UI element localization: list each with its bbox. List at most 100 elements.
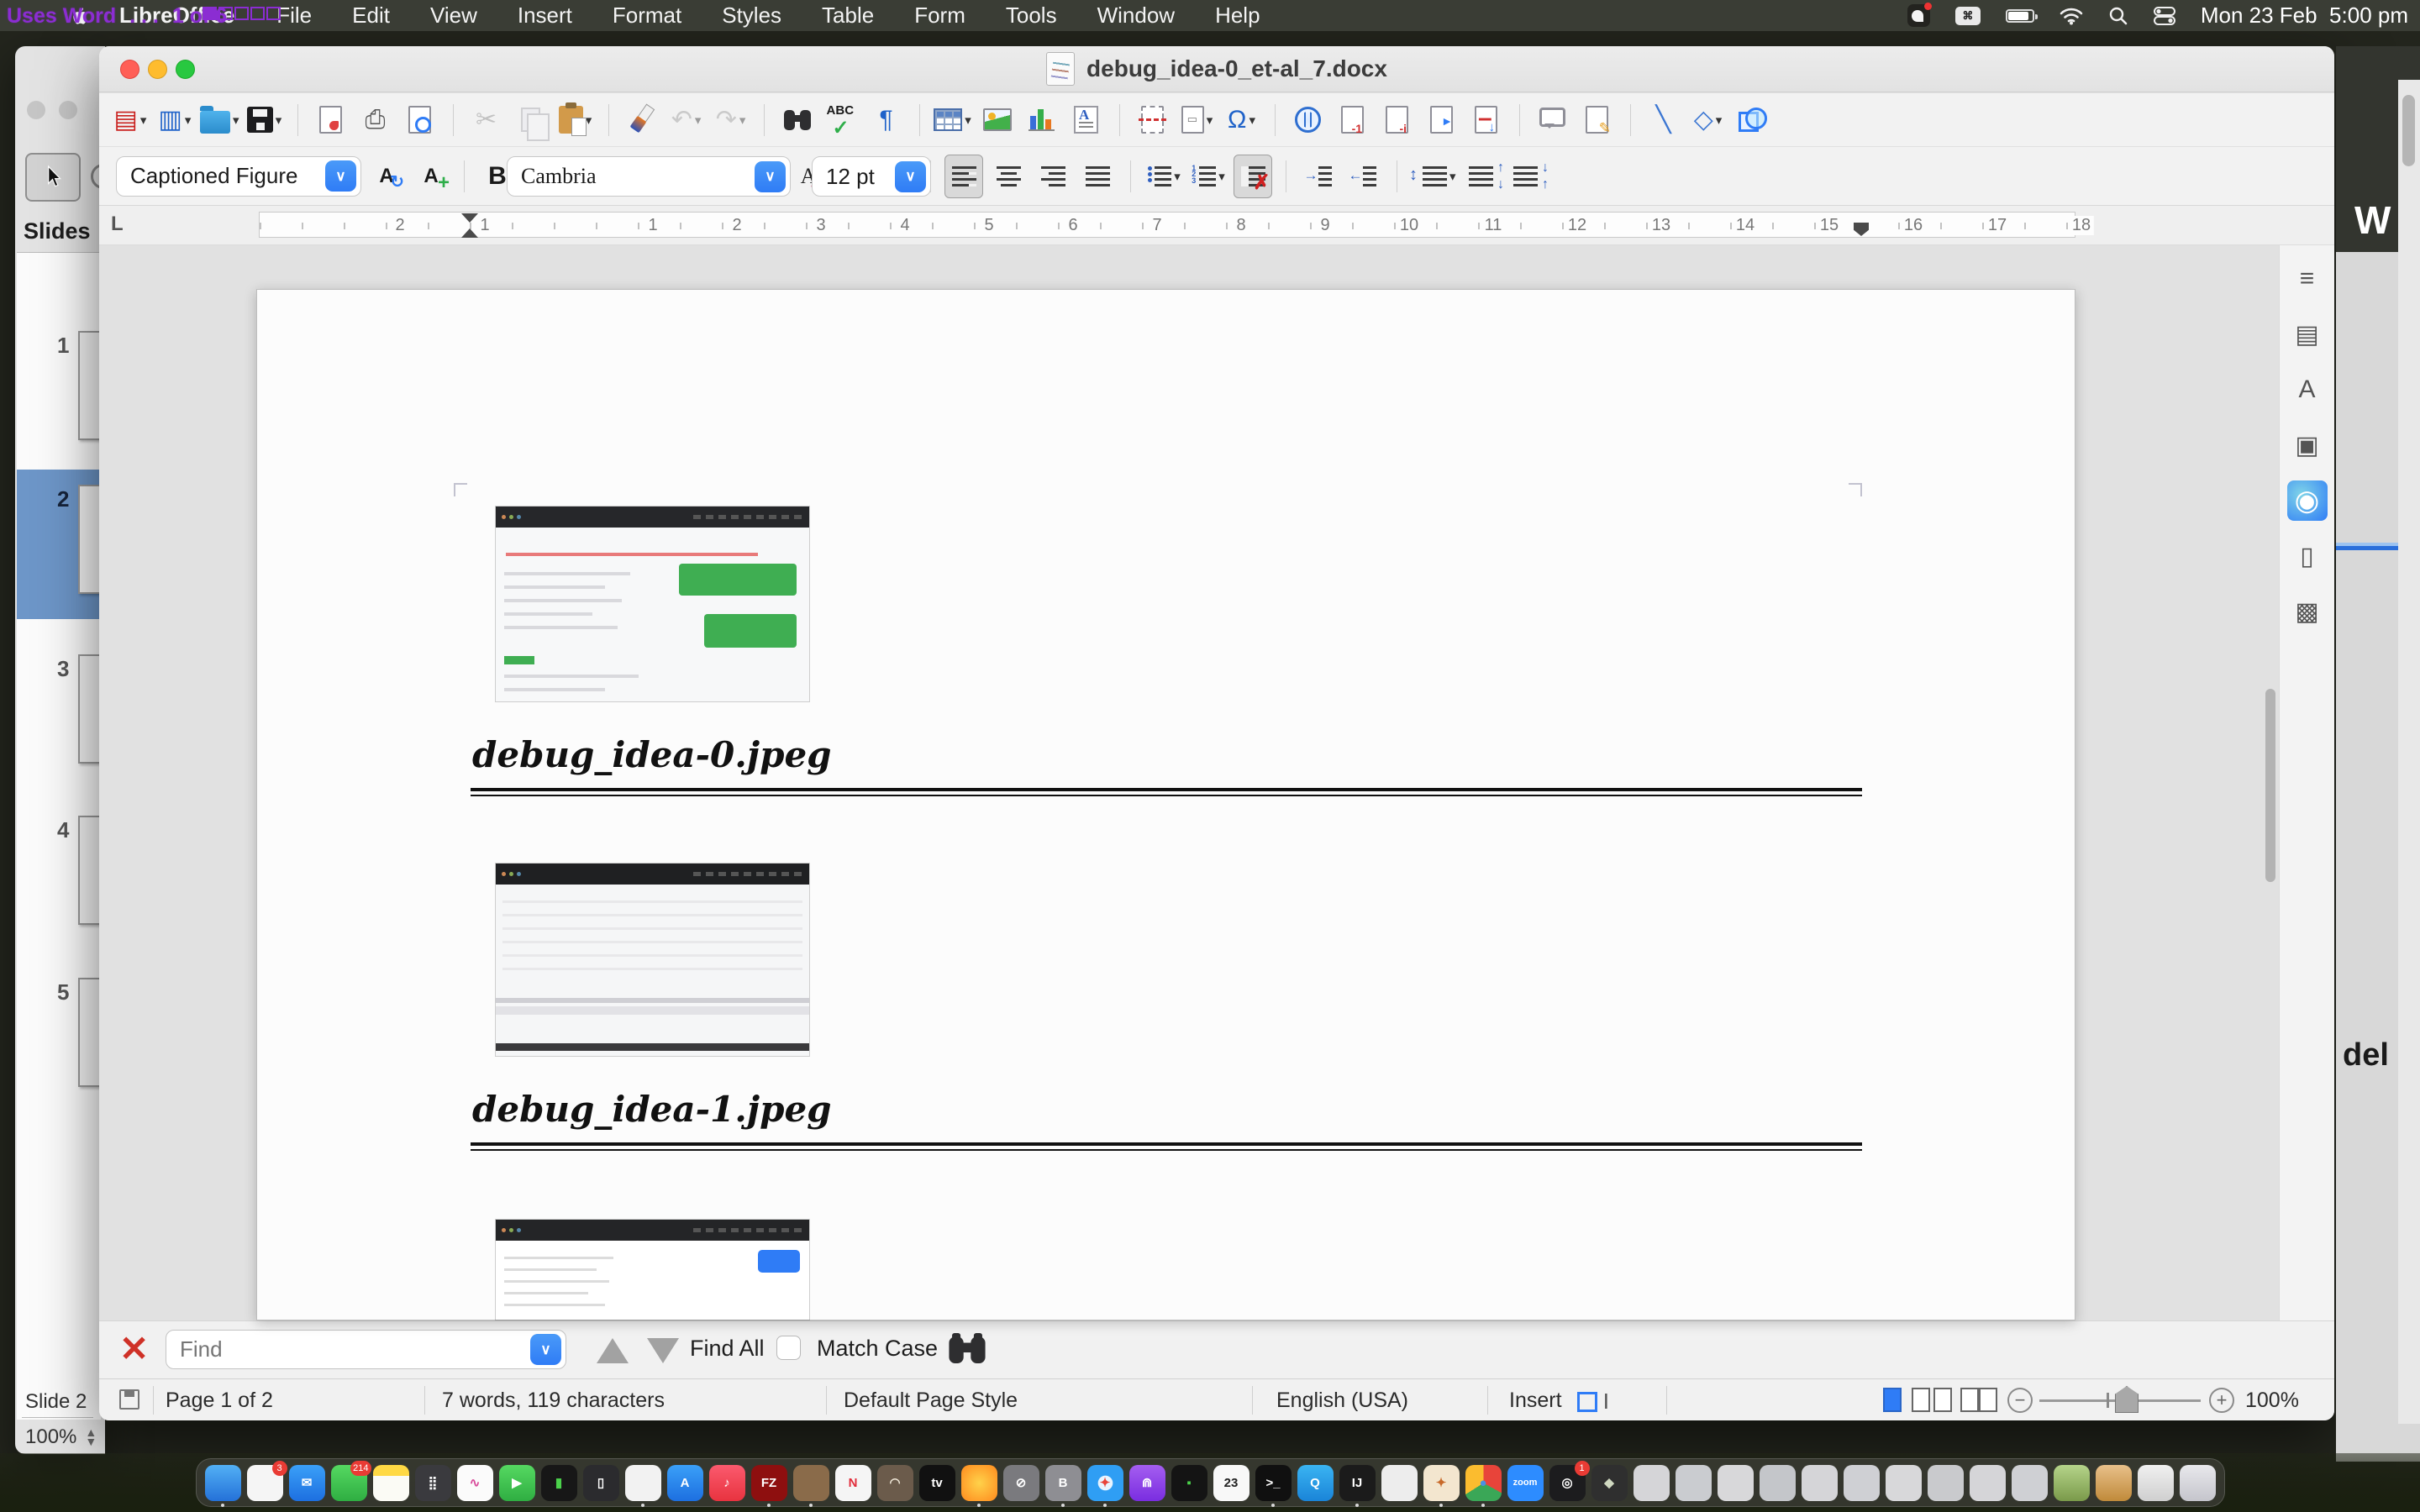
justify-button[interactable] <box>1078 155 1117 198</box>
find-next-button[interactable] <box>647 1338 679 1363</box>
background-scrollbar[interactable] <box>2398 80 2420 1424</box>
basic-shapes-button[interactable]: ◇▾ <box>1689 98 1728 142</box>
properties-deck-icon[interactable]: ▤ <box>2287 314 2328 354</box>
endnote-button[interactable] <box>1378 98 1417 142</box>
menu-styles[interactable]: Styles <box>702 0 802 31</box>
no-list-button[interactable] <box>1234 155 1272 198</box>
dock-lens[interactable]: ◎ 1 <box>1549 1465 1586 1501</box>
insert-image-button[interactable] <box>978 98 1017 142</box>
dropdown-caret[interactable]: ▾ <box>1249 113 1255 128</box>
slide-5[interactable]: 5 <box>17 963 101 1112</box>
zoom-out-button[interactable]: − <box>2007 1388 2033 1413</box>
word-count[interactable]: 7 words, 119 characters <box>442 1389 665 1413</box>
dock-launchpad[interactable]: ⣿ <box>415 1465 451 1501</box>
dock-min-thumb-1[interactable] <box>2054 1465 2090 1501</box>
insert-field-button[interactable]: ▾ <box>1178 98 1217 142</box>
track-changes-button[interactable] <box>1578 98 1617 142</box>
zoom-slider-thumb[interactable] <box>2115 1386 2139 1413</box>
insert-line-button[interactable]: ╲ <box>1644 98 1683 142</box>
dock-inkscape[interactable]: ◆ <box>1591 1465 1628 1501</box>
select-cursor-button[interactable] <box>25 153 81 202</box>
document-page[interactable] <box>256 289 2075 1320</box>
new-document[interactable]: ▥▾ <box>155 98 194 142</box>
insert-mode[interactable]: Insert <box>1509 1389 1562 1413</box>
comment-button[interactable] <box>1534 98 1572 142</box>
dock-min-window-6[interactable] <box>1844 1465 1880 1501</box>
figure-caption[interactable]: debug_idea-1.jpeg <box>472 1089 832 1130</box>
dropdown-caret[interactable]: ▾ <box>1449 169 1456 184</box>
book-view-icon[interactable] <box>1960 1388 1979 1412</box>
bookmark-button[interactable] <box>1423 98 1461 142</box>
print-button[interactable]: ⎙ <box>356 98 395 142</box>
spelling-button[interactable] <box>823 98 861 142</box>
draw-functions-button[interactable] <box>1733 98 1772 142</box>
find-and-replace-icon[interactable] <box>948 1331 986 1368</box>
chevron-down-icon[interactable]: ∨ <box>325 160 356 192</box>
copy-button[interactable] <box>512 98 550 142</box>
dock-min-thumb-3[interactable] <box>2138 1465 2174 1501</box>
spotlight-search-icon[interactable] <box>2108 6 2128 26</box>
export-pdf-button[interactable] <box>312 98 350 142</box>
dock-facetime[interactable]: ▶ <box>499 1465 535 1501</box>
zoom-percentage[interactable]: 100% <box>2245 1389 2299 1413</box>
menu-insert[interactable]: Insert <box>497 0 592 31</box>
save-state-icon[interactable] <box>119 1389 139 1410</box>
dock-dark-app-2[interactable]: ▪ <box>1171 1465 1207 1501</box>
menu-edit[interactable]: Edit <box>332 0 410 31</box>
increase-paragraph-spacing-button[interactable] <box>1462 155 1501 198</box>
decrease-paragraph-spacing-button[interactable] <box>1507 155 1545 198</box>
dock-min-window-4[interactable] <box>1760 1465 1796 1501</box>
hyperlink-button[interactable] <box>1289 98 1328 142</box>
dock-chrome[interactable]: ● <box>1465 1465 1502 1501</box>
right-margin-marker[interactable] <box>1854 223 1869 236</box>
dock-min-window-10[interactable] <box>2012 1465 2048 1501</box>
dock-firefox[interactable] <box>961 1465 997 1501</box>
close-find-bar-button[interactable]: ✕ <box>119 1331 149 1367</box>
slide-2[interactable]: 2 <box>17 470 101 619</box>
dropdown-caret[interactable]: ▾ <box>1218 169 1225 184</box>
dock-notes[interactable] <box>373 1465 409 1501</box>
dock-music[interactable]: ♪ <box>709 1465 745 1501</box>
insert-textbox-button[interactable] <box>1067 98 1106 142</box>
navigator-deck-icon[interactable]: ◉ <box>2287 480 2328 521</box>
redo-button[interactable]: ↷▾ <box>712 98 750 142</box>
multi-page-view-icon[interactable] <box>1912 1388 1930 1412</box>
cross-reference-button[interactable] <box>1467 98 1506 142</box>
dock-gimp[interactable]: ◠ <box>877 1465 913 1501</box>
chevron-down-icon[interactable]: ∨ <box>755 161 786 192</box>
page-break-button[interactable] <box>1134 98 1172 142</box>
menubar-clock[interactable]: Mon 23 Feb 5:00 pm <box>2201 3 2408 29</box>
save-button[interactable]: ▾ <box>245 98 284 142</box>
vertical-scrollbar[interactable] <box>2264 298 2277 1311</box>
dock-q-app[interactable]: Q <box>1297 1465 1334 1501</box>
zoom-stepper-icon[interactable]: ▲▼ <box>85 1428 97 1446</box>
dock-reminders[interactable]: 3 <box>247 1465 283 1501</box>
sidebar-settings-icon[interactable]: ≡ <box>2287 259 2328 299</box>
formatting-marks-button[interactable]: ¶ <box>867 98 906 142</box>
paste-button[interactable]: ▾ <box>556 98 595 142</box>
find-replace-button[interactable] <box>778 98 817 142</box>
dock-trash[interactable] <box>2180 1465 2216 1501</box>
fullscreen-window-button[interactable] <box>176 60 195 79</box>
slide-3[interactable]: 3 <box>17 639 101 789</box>
dropdown-caret[interactable]: ▾ <box>233 113 239 128</box>
clone-formatting-button[interactable] <box>623 98 661 142</box>
indent-marker[interactable] <box>461 213 478 239</box>
insert-table-button[interactable]: ▾ <box>934 98 972 142</box>
dock-dark-app[interactable]: ▮ <box>541 1465 577 1501</box>
dropdown-caret[interactable]: ▾ <box>695 113 702 128</box>
special-character-button[interactable]: Ω▾ <box>1223 98 1261 142</box>
update-style-button[interactable] <box>367 155 406 198</box>
dropdown-caret[interactable]: ▾ <box>965 113 971 128</box>
slide-1[interactable]: 1 <box>17 316 101 465</box>
dropdown-caret[interactable]: ▾ <box>1207 113 1213 128</box>
window-titlebar[interactable]: debug_idea-0_et-al_7.docx <box>99 46 2334 92</box>
dock-doc-2[interactable] <box>1381 1465 1418 1501</box>
line-spacing-button[interactable]: ▾ <box>1411 155 1456 198</box>
chevron-down-icon[interactable]: ∨ <box>530 1334 561 1365</box>
numbered-list-button[interactable]: ▾ <box>1189 155 1228 198</box>
text-language[interactable]: English (USA) <box>1276 1389 1408 1413</box>
tab-stop-selector[interactable]: L <box>111 213 124 236</box>
cut-button[interactable]: ✂ <box>467 98 506 142</box>
dock-min-window-8[interactable] <box>1928 1465 1964 1501</box>
